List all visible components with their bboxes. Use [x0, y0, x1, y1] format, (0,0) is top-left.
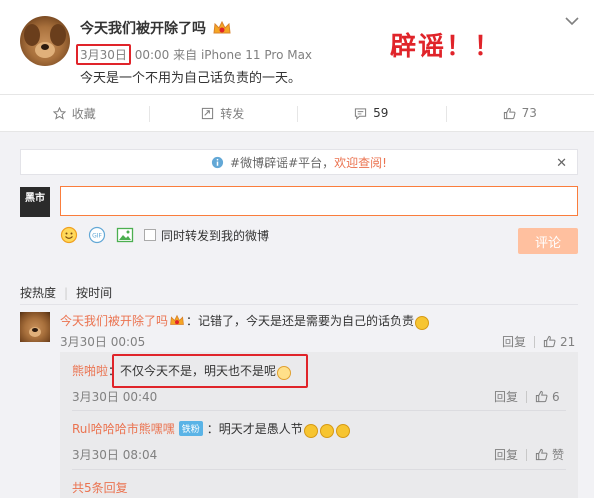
divider [20, 304, 578, 305]
image-icon[interactable] [116, 226, 134, 244]
repost-icon [202, 107, 214, 119]
comment-text: ：记错了，今天是还是需要为自己的话负责 [186, 314, 415, 328]
sort-time-tab[interactable]: 按时间 [76, 284, 112, 301]
reply-author[interactable]: Rul哈哈哈市熊嘿嘿 [72, 420, 175, 437]
divider [72, 469, 566, 470]
debunk-overlay-text: 辟谣！！ [390, 32, 503, 62]
reply-author[interactable]: 熊啪啦 [72, 362, 108, 379]
reply-like-count: 6 [552, 389, 560, 404]
thumbs-up-icon[interactable] [535, 390, 548, 403]
author-name[interactable]: 今天我们被开除了吗 [80, 18, 206, 38]
star-icon [52, 106, 66, 120]
favorite-label: 收藏 [71, 106, 96, 121]
forward-checkbox[interactable] [144, 229, 156, 241]
reply-date: 3月30日 00:40 [72, 390, 158, 404]
reply-ops: 回复 6 [494, 388, 560, 405]
post-date[interactable]: 3月30日 [76, 44, 131, 65]
repost-label: 转发 [220, 106, 245, 121]
commenter-name[interactable]: 今天我们被开除了吗 [60, 312, 168, 329]
like-count: 73 [521, 106, 537, 120]
user-logo-text: 黑市 [25, 193, 45, 204]
emoji-icon[interactable] [60, 226, 78, 244]
info-icon [211, 156, 224, 168]
favorite-button[interactable]: 收藏 [0, 95, 149, 131]
notice-text: #微博辟谣#平台， [230, 155, 335, 170]
reply-list: 熊啪啦 ：不仅今天不是，明天也不是呢 3月30日 00:40 回复 6 Rul哈… [60, 352, 578, 498]
reply-reply-button[interactable]: 回复 [494, 388, 518, 405]
comment-icon [354, 107, 367, 120]
like-button[interactable]: 73 [445, 95, 594, 131]
sort-hot-tab[interactable]: 按热度 [20, 284, 56, 301]
post-source: 来自 iPhone 11 Pro Max [173, 48, 313, 62]
reply-ops: 回复 赞 [494, 446, 564, 463]
weibo-post: 今天我们被开除了吗 3月30日 00:00 来自 iPhone 11 Pro M… [0, 0, 594, 94]
gif-icon[interactable]: GIF [88, 226, 106, 244]
crying-emoji-icon [415, 315, 430, 330]
divider [72, 410, 566, 411]
repost-button[interactable]: 转发 [148, 95, 298, 131]
reply-reply-button[interactable]: 回复 [494, 446, 518, 463]
more-replies-link[interactable]: 共5条回复 [72, 479, 128, 496]
forward-label: 同时转发到我的微博 [161, 228, 270, 243]
highlight-box [112, 354, 308, 388]
laughing-emoji-icon [335, 423, 350, 438]
comment-toolbar: GIF 同时转发到我的微博 [60, 226, 269, 244]
post-meta: 3月30日 00:00 来自 iPhone 11 Pro Max [76, 44, 313, 65]
debunk-notice: #微博辟谣#平台， 欢迎查阅! ✕ [20, 149, 578, 175]
reply-date: 3月30日 08:04 [72, 448, 158, 462]
fan-badge: 铁粉 [178, 421, 203, 436]
vip-crown-icon [170, 314, 184, 325]
svg-text:GIF: GIF [92, 233, 102, 240]
close-icon[interactable]: ✕ [556, 156, 567, 171]
laughing-emoji-icon [319, 423, 334, 438]
comment-input[interactable] [60, 186, 578, 216]
laughing-emoji-icon [303, 423, 318, 438]
sort-bar: 按热度 | 按时间 [20, 284, 113, 301]
commenter-avatar[interactable] [20, 312, 50, 342]
comment-reply-button[interactable]: 回复 [502, 333, 526, 350]
comment-body: 今天我们被开除了吗 ：记错了，今天是还是需要为自己的话负责 [60, 312, 430, 330]
thumbs-up-icon [503, 107, 516, 119]
reply-like-count: 赞 [552, 448, 565, 462]
vip-crown-icon [213, 20, 231, 34]
comment-like-count: 21 [560, 334, 576, 349]
submit-comment-button[interactable]: 评论 [518, 228, 578, 254]
notice-link[interactable]: 欢迎查阅! [334, 154, 387, 171]
chevron-down-icon[interactable] [565, 16, 579, 26]
thumbs-up-icon[interactable] [543, 335, 556, 348]
comment-ops: 回复 21 [502, 333, 575, 350]
author-avatar[interactable] [20, 16, 70, 66]
comment-panel: #微博辟谣#平台， 欢迎查阅! ✕ 黑市 GIF 同时转发到我的微博 评论 按热… [0, 132, 594, 498]
comment-date: 3月30日 00:05 [60, 335, 146, 349]
post-action-bar: 收藏 转发 59 73 [0, 94, 594, 138]
thumbs-up-icon[interactable] [535, 448, 548, 461]
reply-body: Rul哈哈哈市熊嘿嘿 铁粉 ：明天才是愚人节 [72, 420, 351, 438]
post-time: 00:00 [134, 48, 170, 62]
comment-count: 59 [373, 106, 389, 120]
comment-button[interactable]: 59 [297, 95, 446, 138]
reply-text: ：明天才是愚人节 [206, 422, 303, 436]
user-logo: 黑市 [20, 187, 50, 217]
post-content: 今天是一个不用为自己话负责的一天。 [80, 71, 302, 86]
